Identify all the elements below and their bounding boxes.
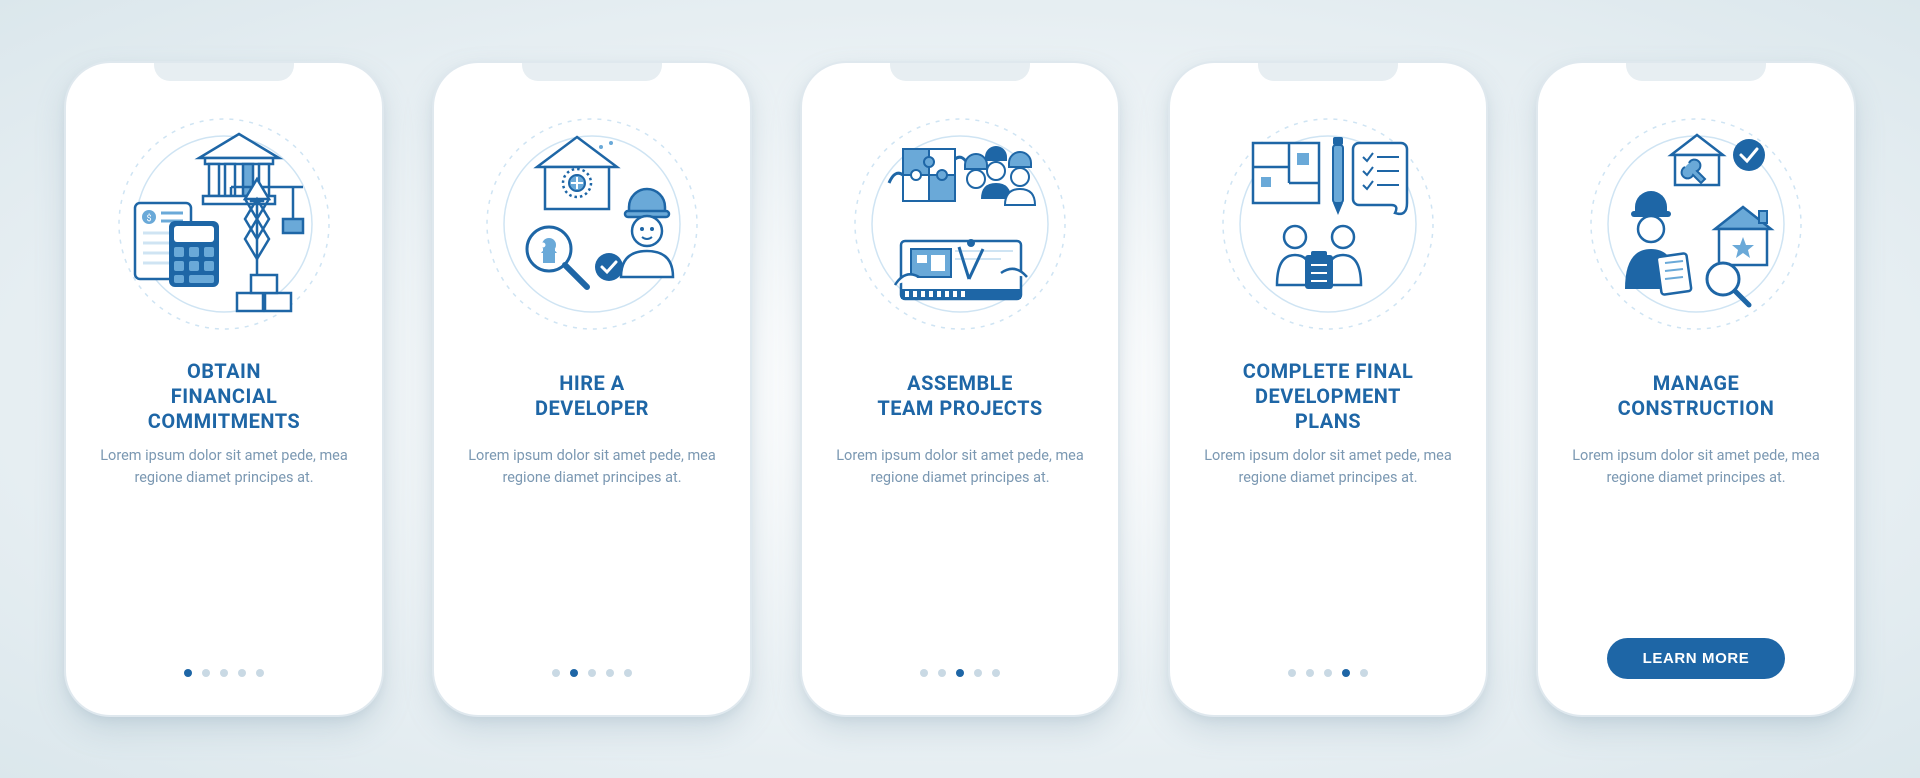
pagination-dot[interactable] (1306, 669, 1314, 677)
pagination-dot[interactable] (588, 669, 596, 677)
pagination-dot[interactable] (1342, 669, 1350, 677)
pagination-dots (184, 669, 264, 677)
pagination-dot[interactable] (920, 669, 928, 677)
pagination-dot[interactable] (938, 669, 946, 677)
phone-mockup: ASSEMBLE TEAM PROJECTS Lorem ipsum dolor… (802, 63, 1118, 715)
pagination-dot[interactable] (606, 669, 614, 677)
pagination-dot[interactable] (1288, 669, 1296, 677)
slide-title: OBTAIN FINANCIAL COMMITMENTS (142, 357, 307, 435)
pagination-dots (920, 669, 1000, 677)
phone-notch (890, 63, 1030, 81)
pagination-dot[interactable] (256, 669, 264, 677)
pagination-dot[interactable] (992, 669, 1000, 677)
pagination-dot[interactable] (220, 669, 228, 677)
slide-title: MANAGE CONSTRUCTION (1612, 357, 1781, 435)
phone-notch (154, 63, 294, 81)
pagination-dot[interactable] (184, 669, 192, 677)
pagination-dot[interactable] (1360, 669, 1368, 677)
onboarding-row: $ (66, 63, 1854, 715)
phone-mockup: MANAGE CONSTRUCTION Lorem ipsum dolor si… (1538, 63, 1854, 715)
hire-developer-icon (477, 109, 707, 339)
pagination-dots (552, 669, 632, 677)
pagination-dots (1288, 669, 1368, 677)
phone-mockup: COMPLETE FINAL DEVELOPMENT PLANS Lorem i… (1170, 63, 1486, 715)
financial-commitments-icon: $ (109, 109, 339, 339)
pagination-dot[interactable] (1324, 669, 1332, 677)
phone-notch (522, 63, 662, 81)
manage-construction-icon (1581, 109, 1811, 339)
phone-notch (1258, 63, 1398, 81)
learn-more-button[interactable]: LEARN MORE (1607, 638, 1786, 679)
slide-description: Lorem ipsum dolor sit amet pede, mea reg… (1560, 435, 1832, 638)
slide-title: COMPLETE FINAL DEVELOPMENT PLANS (1237, 357, 1420, 435)
pagination-dot[interactable] (552, 669, 560, 677)
phone-mockup: $ (66, 63, 382, 715)
slide-description: Lorem ipsum dolor sit amet pede, mea reg… (1192, 435, 1464, 669)
phone-mockup: HIRE A DEVELOPER Lorem ipsum dolor sit a… (434, 63, 750, 715)
pagination-dot[interactable] (570, 669, 578, 677)
assemble-team-icon (845, 109, 1075, 339)
pagination-dot[interactable] (238, 669, 246, 677)
development-plans-icon (1213, 109, 1443, 339)
slide-description: Lorem ipsum dolor sit amet pede, mea reg… (456, 435, 728, 669)
pagination-dot[interactable] (974, 669, 982, 677)
pagination-dot[interactable] (956, 669, 964, 677)
slide-title: HIRE A DEVELOPER (529, 357, 655, 435)
pagination-dot[interactable] (202, 669, 210, 677)
pagination-dot[interactable] (624, 669, 632, 677)
slide-description: Lorem ipsum dolor sit amet pede, mea reg… (88, 435, 360, 669)
slide-description: Lorem ipsum dolor sit amet pede, mea reg… (824, 435, 1096, 669)
phone-notch (1626, 63, 1766, 81)
slide-title: ASSEMBLE TEAM PROJECTS (871, 357, 1048, 435)
svg-text:$: $ (146, 213, 151, 224)
